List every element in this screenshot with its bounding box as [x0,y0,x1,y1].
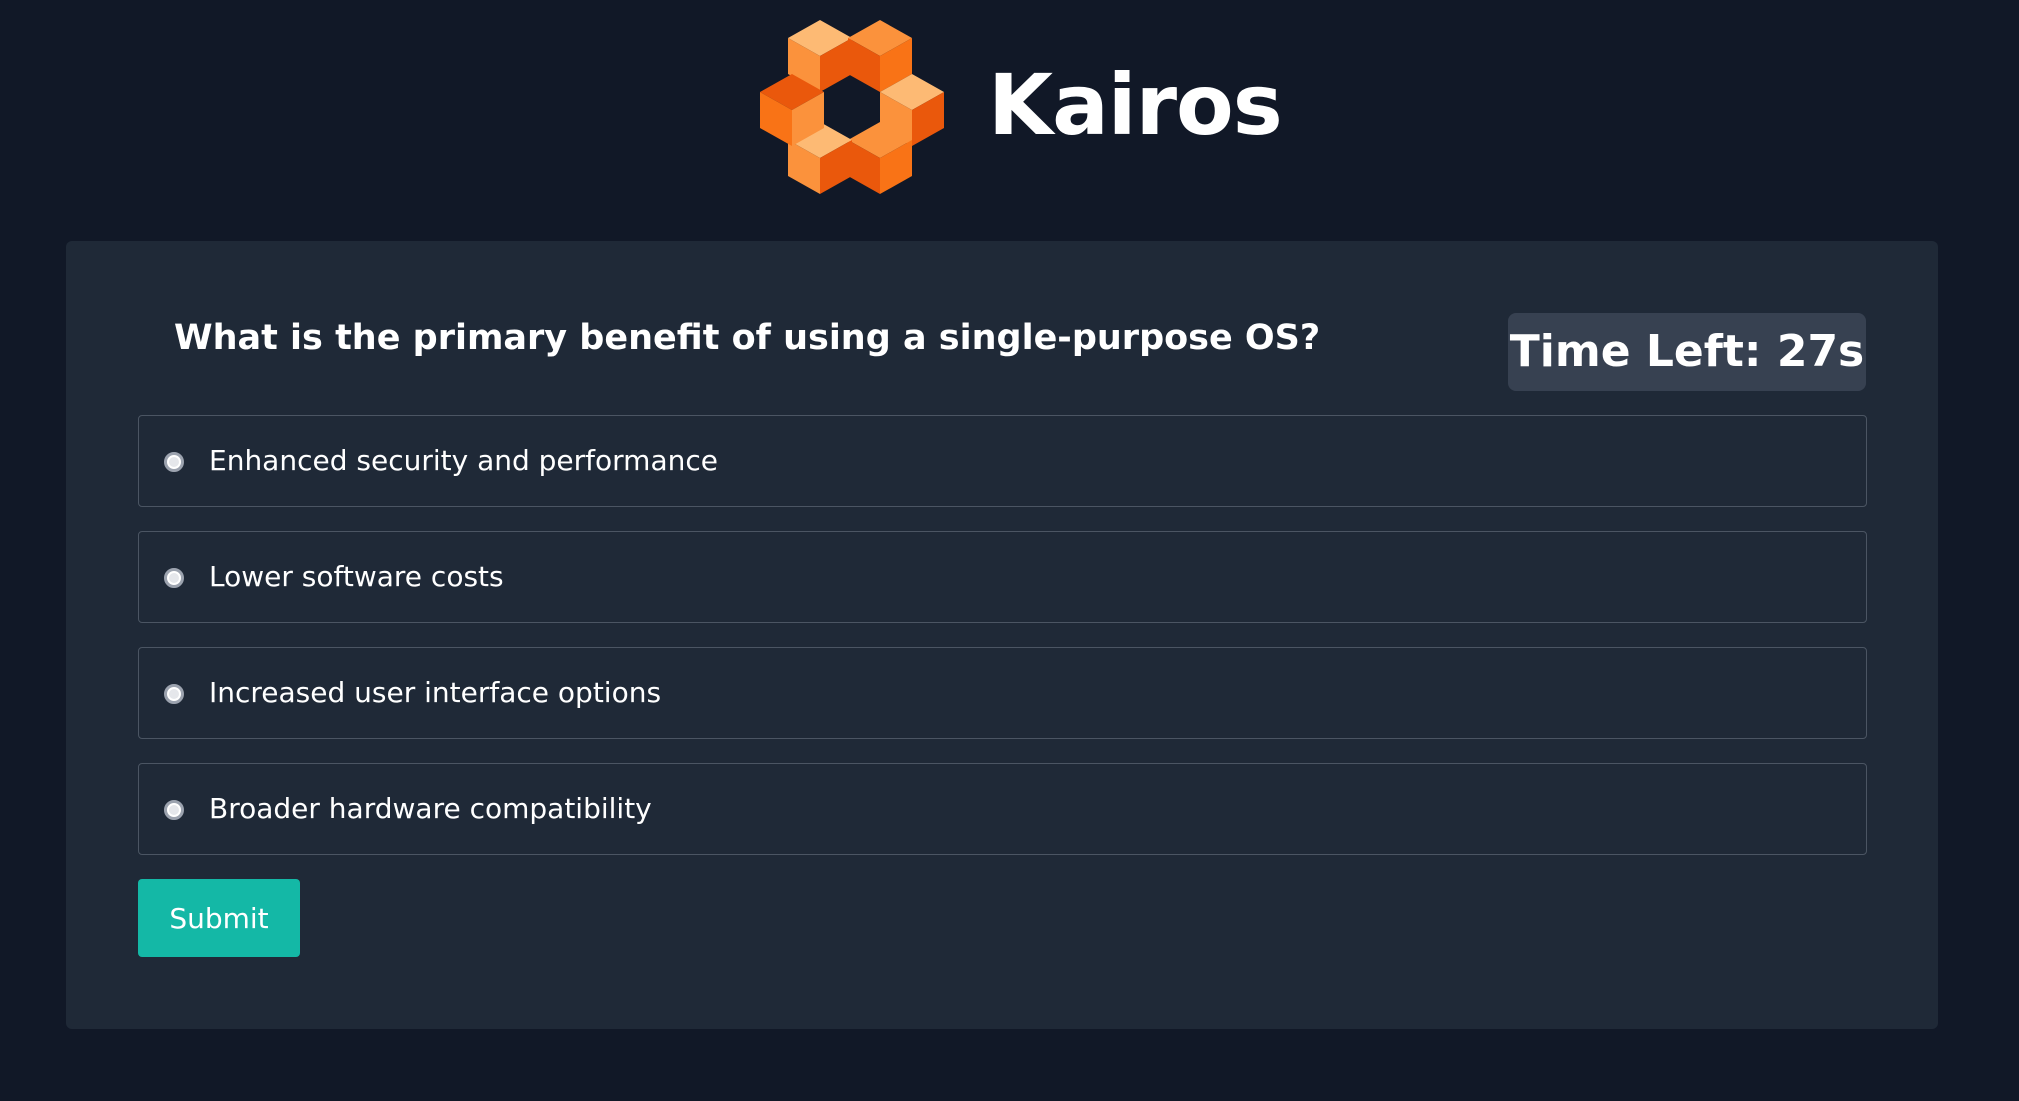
answer-option-2[interactable]: Lower software costs [138,531,1867,623]
answer-option-label: Enhanced security and performance [209,444,718,477]
header: Kairos [0,0,2019,220]
quiz-page: Kairos What is the primary benefit of us… [0,0,2019,1101]
radio-button[interactable] [164,568,184,588]
answer-option-1[interactable]: Enhanced security and performance [138,415,1867,507]
radio-button[interactable] [164,800,184,820]
question-text: What is the primary benefit of using a s… [174,318,1321,358]
answer-option-label: Broader hardware compatibility [209,792,652,825]
answer-option-label: Lower software costs [209,560,504,593]
brand-name: Kairos [988,56,1283,154]
radio-button[interactable] [164,684,184,704]
answer-option-4[interactable]: Broader hardware compatibility [138,763,1867,855]
submit-button[interactable]: Submit [138,879,300,957]
answer-option-label: Increased user interface options [209,676,662,709]
answer-option-3[interactable]: Increased user interface options [138,647,1867,739]
hexagonal-cube-logo-icon [760,20,944,194]
radio-button[interactable] [164,452,184,472]
timer-badge: Time Left: 27s [1508,313,1866,391]
